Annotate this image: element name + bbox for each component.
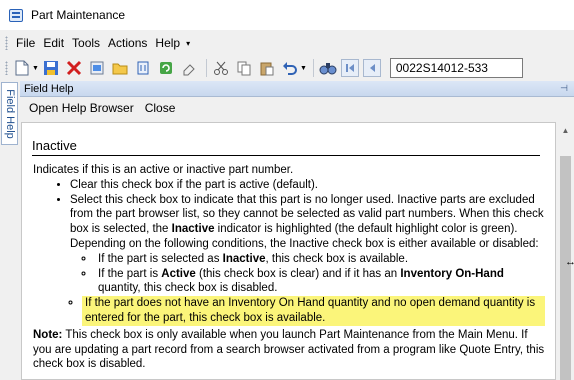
- scroll-up-icon[interactable]: ▲: [557, 122, 574, 139]
- menu-overflow-icon[interactable]: ▾: [186, 39, 190, 48]
- help-intro: Indicates if this is an active or inacti…: [33, 164, 294, 176]
- search-icon[interactable]: [318, 58, 338, 78]
- help-bullet-list: Clear this check box if the part is acti…: [33, 178, 545, 326]
- menu-help[interactable]: Help: [151, 36, 184, 50]
- first-record-icon[interactable]: [340, 59, 359, 77]
- menu-file[interactable]: File: [12, 36, 39, 50]
- previous-record-icon[interactable]: [362, 59, 381, 77]
- list-item: Select this check box to indicate that t…: [70, 193, 545, 326]
- list-item: If the part is Active (this check box is…: [95, 267, 545, 297]
- eraser-icon[interactable]: [179, 58, 199, 78]
- open-help-browser-button[interactable]: Open Help Browser: [25, 101, 138, 115]
- toolbar-separator: [205, 59, 207, 77]
- field-help-side-tab[interactable]: Field Help: [1, 82, 18, 145]
- part-number-field[interactable]: 0022S14012-533: [389, 58, 523, 78]
- help-sub-list: If the part is selected as Inactive, thi…: [70, 252, 545, 326]
- menu-tools[interactable]: Tools: [68, 36, 104, 50]
- recycle-icon[interactable]: [156, 58, 176, 78]
- panel-menu: Open Help Browser Close: [20, 97, 574, 119]
- menu-grip: [5, 36, 8, 50]
- menu-actions[interactable]: Actions: [104, 36, 151, 50]
- attach-icon[interactable]: [133, 58, 153, 78]
- refresh-icon[interactable]: [87, 58, 107, 78]
- side-tab-label: Field Help: [3, 88, 16, 139]
- new-dropdown-icon[interactable]: ▼: [32, 65, 39, 72]
- save-icon[interactable]: [41, 58, 61, 78]
- highlighted-list-item: If the part does not have an Inventory O…: [82, 296, 545, 326]
- open-icon[interactable]: [110, 58, 130, 78]
- undo-icon[interactable]: [280, 58, 300, 78]
- paste-icon[interactable]: [257, 58, 277, 78]
- window-title: Part Maintenance: [31, 8, 126, 22]
- help-content: Inactive Indicates if this is an active …: [21, 122, 556, 380]
- app-icon: [9, 8, 23, 22]
- toolbar: ▼ ▼ 0022S14012-533: [0, 55, 574, 81]
- copy-icon[interactable]: [234, 58, 254, 78]
- panel-title: Field Help: [24, 82, 74, 95]
- field-help-panel-header: Field Help ⊣: [20, 81, 574, 97]
- title-bar: Part Maintenance: [0, 0, 574, 30]
- cut-icon[interactable]: [211, 58, 231, 78]
- heading-divider: [32, 155, 540, 156]
- help-note: Note: This check box is only available w…: [33, 328, 545, 371]
- pin-icon[interactable]: ⊣: [560, 83, 568, 94]
- vertical-scrollbar[interactable]: ▲: [557, 122, 574, 380]
- side-tab-strip: Field Help: [0, 81, 19, 380]
- new-icon[interactable]: [12, 58, 32, 78]
- list-item: Clear this check box if the part is acti…: [70, 178, 545, 193]
- undo-dropdown-icon[interactable]: ▼: [300, 65, 307, 72]
- help-heading: Inactive: [32, 138, 77, 153]
- list-item: If the part is selected as Inactive, thi…: [95, 252, 545, 267]
- toolbar-separator: [312, 59, 314, 77]
- toolbar-grip: [5, 61, 8, 75]
- close-button[interactable]: Close: [141, 101, 180, 115]
- delete-icon[interactable]: [64, 58, 84, 78]
- resize-cursor-icon: ↔: [565, 256, 574, 268]
- help-body: Indicates if this is an active or inacti…: [33, 163, 545, 372]
- menu-edit[interactable]: Edit: [39, 36, 68, 50]
- scroll-thumb[interactable]: [560, 156, 571, 380]
- menu-bar: File Edit Tools Actions Help ▾: [0, 33, 574, 53]
